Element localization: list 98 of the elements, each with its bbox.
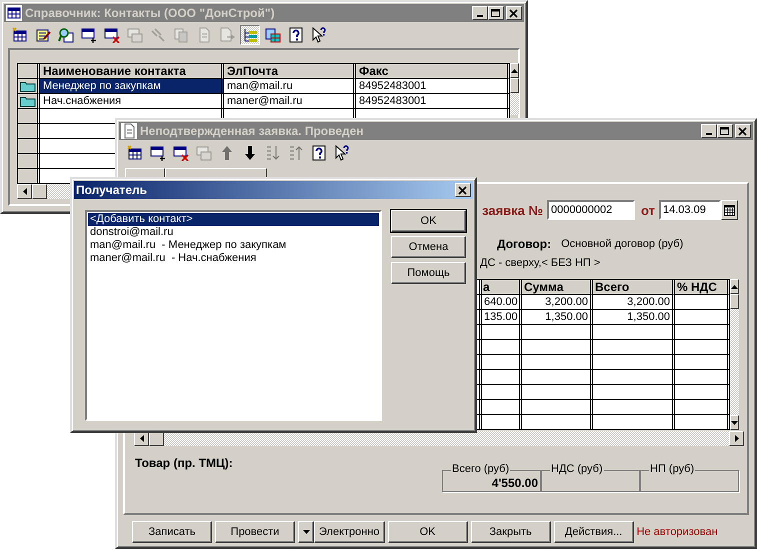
date-label: от bbox=[641, 202, 655, 218]
minimize-icon bbox=[477, 14, 483, 16]
maximize-icon bbox=[720, 126, 730, 136]
toolbar-button[interactable] bbox=[240, 25, 260, 45]
scroll-thumb[interactable] bbox=[510, 78, 519, 93]
arrow-left-icon bbox=[140, 435, 144, 442]
contract-label: Договор: bbox=[497, 237, 552, 251]
help-icon bbox=[311, 145, 327, 161]
dropdown-button[interactable] bbox=[298, 521, 314, 543]
document-icon bbox=[219, 27, 235, 43]
list-item[interactable]: <Добавить контакт> bbox=[88, 213, 379, 226]
maximize-icon bbox=[491, 8, 501, 18]
scroll-thumb[interactable] bbox=[730, 294, 739, 309]
close-icon bbox=[509, 8, 519, 18]
window-title: Справочник: Контакты (ООО "ДонСтрой") bbox=[25, 6, 275, 20]
help-pointer-icon bbox=[334, 145, 350, 161]
column-header[interactable]: % НДС bbox=[675, 280, 730, 295]
table-icon bbox=[6, 5, 22, 21]
search-icon bbox=[58, 27, 74, 43]
window-title: Получатель bbox=[76, 183, 147, 197]
delete-row-icon bbox=[173, 145, 189, 161]
scroll-thumb[interactable] bbox=[32, 184, 47, 199]
document-number-label: заявка № bbox=[482, 202, 544, 218]
column-header[interactable]: ЭлПочта bbox=[224, 64, 356, 79]
close-icon bbox=[738, 126, 748, 136]
sort-icon bbox=[265, 145, 281, 161]
help-pointer-icon bbox=[311, 27, 327, 43]
copy-row-icon bbox=[196, 145, 212, 161]
total-value: 4'550.00 bbox=[492, 476, 538, 490]
arrow-up-icon bbox=[511, 68, 518, 72]
dialog-button[interactable]: OK bbox=[391, 210, 466, 232]
caret-icon bbox=[302, 530, 310, 534]
table-cell[interactable]: 1,350.00 bbox=[593, 310, 675, 325]
dialog-button[interactable]: Помощь bbox=[391, 262, 466, 284]
total-label: НДС (руб) bbox=[550, 463, 604, 475]
column-header[interactable]: Факс bbox=[356, 64, 510, 79]
column-header[interactable]: Всего bbox=[593, 280, 675, 295]
table-icon bbox=[12, 27, 28, 43]
table-cell[interactable]: man@mail.ru bbox=[224, 79, 356, 94]
date-field[interactable]: 14.03.09 bbox=[659, 200, 721, 220]
goods-label: Товар (пр. ТМЦ): bbox=[134, 456, 233, 472]
document-icon bbox=[121, 123, 137, 139]
list-item[interactable]: donstroi@mail.ru bbox=[88, 226, 379, 239]
table-cell[interactable]: Нач.снабжения bbox=[40, 94, 224, 109]
arrow-down-icon bbox=[242, 145, 258, 161]
dialog-button[interactable]: Отмена bbox=[391, 236, 466, 258]
column-header[interactable]: а bbox=[482, 280, 522, 295]
action-button[interactable]: Записать bbox=[132, 521, 212, 543]
table-cell[interactable]: 640.00 bbox=[482, 295, 522, 310]
close-button[interactable] bbox=[455, 183, 471, 197]
edit-icon bbox=[35, 27, 51, 43]
arrow-up-icon bbox=[731, 284, 738, 288]
total-label: НП (руб) bbox=[649, 463, 696, 475]
copy-row-icon bbox=[127, 27, 143, 43]
window-title: Неподтвержденная заявка. Проведен bbox=[140, 124, 364, 138]
list-item[interactable]: maner@mail.ru - Нач.снабжения bbox=[88, 252, 379, 265]
table-cell[interactable]: 3,200.00 bbox=[593, 295, 675, 310]
calendar-button[interactable] bbox=[721, 200, 738, 220]
total-label: Всего (руб) bbox=[451, 463, 510, 475]
number-field[interactable]: 0000000002 bbox=[547, 200, 636, 220]
vertical-scrollbar[interactable] bbox=[510, 63, 519, 115]
table-cell[interactable]: 3,200.00 bbox=[522, 295, 593, 310]
recipient-list[interactable]: <Добавить контакт> donstroi@mail.ru man@mail.ru - Менеджер по закупкам maner@mail.ru - Нач.снабжения bbox=[85, 210, 382, 421]
close-icon bbox=[458, 186, 468, 194]
sort-icon bbox=[288, 145, 304, 161]
contract-value: Основной договор (руб) bbox=[561, 238, 684, 250]
tool-icon bbox=[150, 27, 166, 43]
tax-note: ДС - сверху,< БЕЗ НП > bbox=[480, 257, 600, 269]
folder-icon bbox=[20, 80, 36, 92]
calendar-icon bbox=[724, 204, 735, 216]
vertical-scrollbar[interactable] bbox=[730, 279, 739, 430]
arrow-up-icon bbox=[219, 145, 235, 161]
action-button[interactable]: OK bbox=[388, 521, 468, 543]
authorization-status: Не авторизован bbox=[636, 526, 718, 538]
action-button[interactable]: Электронно bbox=[314, 521, 385, 543]
action-button[interactable]: Закрыть bbox=[470, 521, 551, 543]
minimize-icon bbox=[706, 132, 712, 134]
copy-icon bbox=[173, 27, 189, 43]
table-cell[interactable]: maner@mail.ru bbox=[224, 94, 356, 109]
delete-row-icon bbox=[104, 27, 120, 43]
column-header[interactable]: Сумма bbox=[522, 280, 593, 295]
list-item[interactable]: man@mail.ru - Менеджер по закупкам bbox=[88, 239, 379, 252]
add-row-icon bbox=[81, 27, 97, 43]
table-icon bbox=[127, 145, 143, 161]
action-button[interactable]: Провести bbox=[215, 521, 295, 543]
folder-icon bbox=[20, 95, 36, 107]
column-header[interactable]: Наименование контакта bbox=[40, 64, 224, 79]
table-cell[interactable]: 135.00 bbox=[482, 310, 522, 325]
horizontal-scrollbar[interactable] bbox=[134, 431, 744, 446]
tree-icon bbox=[242, 27, 258, 43]
grid-icon bbox=[265, 27, 281, 43]
action-button[interactable]: Действия... bbox=[554, 521, 634, 543]
table-cell[interactable]: 1,350.00 bbox=[522, 310, 593, 325]
table-cell[interactable]: Менеджер по закупкам bbox=[40, 79, 224, 94]
add-row-icon bbox=[150, 145, 166, 161]
arrow-left-icon bbox=[22, 188, 26, 195]
help-icon bbox=[288, 27, 304, 43]
arrow-right-icon bbox=[734, 435, 738, 442]
